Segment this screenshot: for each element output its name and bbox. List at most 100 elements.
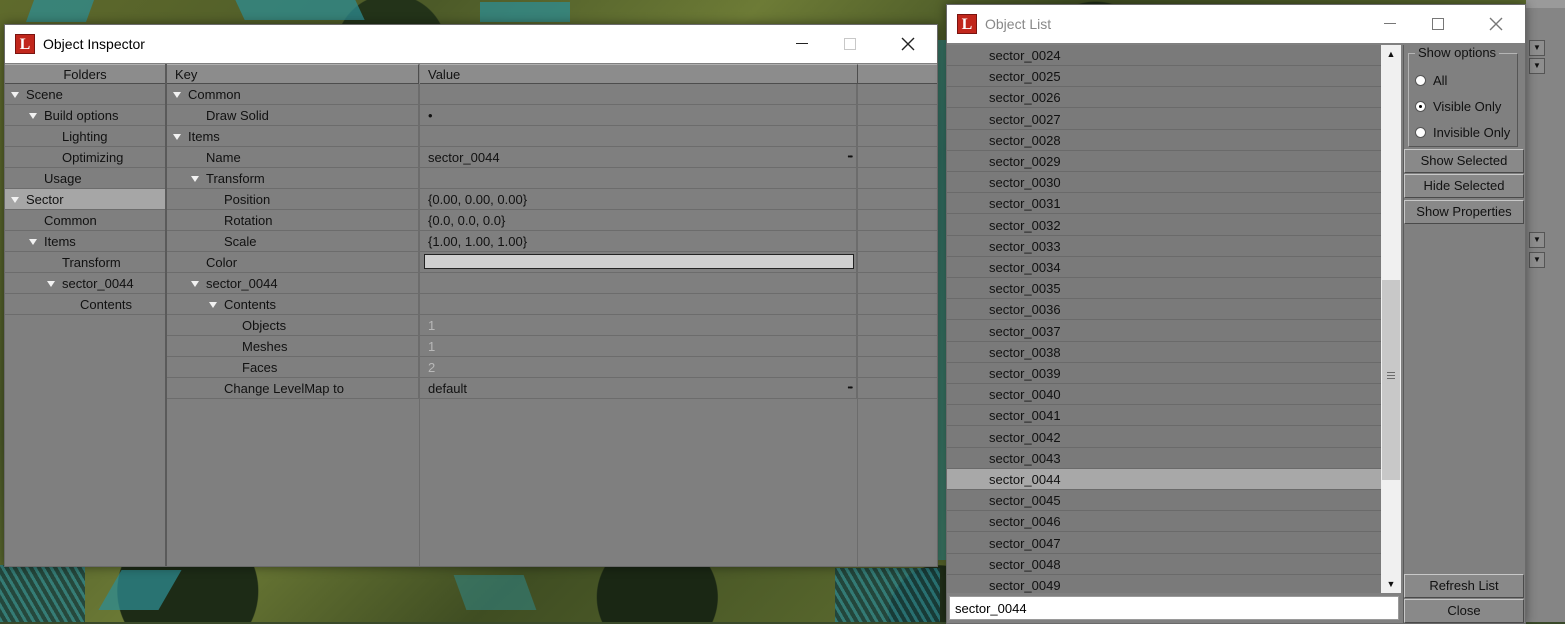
radio-invisible-only[interactable]: Invisible Only: [1415, 124, 1510, 142]
property-value[interactable]: {0.00, 0.00, 0.00}: [420, 189, 857, 209]
list-item[interactable]: sector_0027: [947, 109, 1381, 130]
list-item[interactable]: sector_0024: [947, 45, 1381, 66]
ellipsis-button-icon[interactable]: •••: [848, 378, 853, 398]
property-row[interactable]: Transform: [167, 168, 937, 189]
close-icon[interactable]: [885, 25, 931, 63]
list-item[interactable]: sector_0044: [947, 469, 1381, 490]
folder-item[interactable]: Build options: [5, 105, 165, 126]
triangle-down-icon[interactable]: [29, 238, 37, 245]
inspector-titlebar[interactable]: L Object Inspector: [5, 25, 937, 63]
list-item[interactable]: sector_0048: [947, 554, 1381, 575]
color-swatch[interactable]: [424, 254, 854, 269]
list-item[interactable]: sector_0029: [947, 151, 1381, 172]
close-icon[interactable]: [1473, 5, 1519, 43]
triangle-down-icon[interactable]: [191, 280, 199, 287]
object-listbox[interactable]: sector_0024 sector_0025 sector_0026 sector_…: [947, 45, 1381, 593]
folder-item[interactable]: Common: [5, 210, 165, 231]
triangle-down-icon[interactable]: [11, 91, 19, 98]
list-item[interactable]: sector_0045: [947, 490, 1381, 511]
scroll-down-icon[interactable]: ▼: [1381, 575, 1401, 593]
triangle-down-icon[interactable]: [173, 91, 181, 98]
triangle-down-icon[interactable]: [29, 112, 37, 119]
ellipsis-button-icon[interactable]: •••: [848, 147, 853, 167]
property-grid[interactable]: Key Value Common Draw Solid • Items Name sect…: [167, 64, 937, 566]
property-value[interactable]: [420, 126, 857, 146]
radio-visible-only[interactable]: Visible Only: [1415, 98, 1501, 116]
property-value[interactable]: sector_0044 •••: [420, 147, 857, 167]
list-item[interactable]: sector_0032: [947, 215, 1381, 236]
property-row[interactable]: Position {0.00, 0.00, 0.00}: [167, 189, 937, 210]
property-row[interactable]: Color: [167, 252, 937, 273]
property-row[interactable]: Name sector_0044 •••: [167, 147, 937, 168]
show-selected-button[interactable]: Show Selected: [1404, 149, 1524, 173]
property-row[interactable]: Scale {1.00, 1.00, 1.00}: [167, 231, 937, 252]
folder-item[interactable]: Usage: [5, 168, 165, 189]
property-value[interactable]: •: [420, 105, 857, 125]
list-item[interactable]: sector_0039: [947, 363, 1381, 384]
folder-item[interactable]: Items: [5, 231, 165, 252]
list-item[interactable]: sector_0035: [947, 278, 1381, 299]
property-row[interactable]: Rotation {0.0, 0.0, 0.0}: [167, 210, 937, 231]
object-list-titlebar[interactable]: L Object List: [947, 5, 1525, 43]
list-item[interactable]: sector_0040: [947, 384, 1381, 405]
property-value[interactable]: [420, 294, 857, 314]
value-column-header[interactable]: Value: [420, 64, 858, 84]
maximize-icon[interactable]: [1415, 5, 1461, 43]
folder-item[interactable]: Lighting: [5, 126, 165, 147]
folder-item[interactable]: Optimizing: [5, 147, 165, 168]
list-item[interactable]: sector_0026: [947, 87, 1381, 108]
list-item[interactable]: sector_0034: [947, 257, 1381, 278]
list-item[interactable]: sector_0047: [947, 533, 1381, 554]
list-item[interactable]: sector_0041: [947, 405, 1381, 426]
list-item[interactable]: sector_0038: [947, 342, 1381, 363]
folder-item[interactable]: Contents: [5, 294, 165, 315]
minimize-icon[interactable]: [1367, 5, 1413, 43]
minimize-icon[interactable]: [779, 25, 825, 63]
property-value[interactable]: 2: [420, 357, 857, 377]
refresh-list-button[interactable]: Refresh List: [1404, 574, 1524, 598]
property-row[interactable]: Meshes 1: [167, 336, 937, 357]
property-row[interactable]: sector_0044: [167, 273, 937, 294]
property-row[interactable]: Faces 2: [167, 357, 937, 378]
list-scrollbar[interactable]: ▲ ▼: [1381, 45, 1401, 593]
find-object-input[interactable]: [949, 596, 1399, 620]
triangle-down-icon[interactable]: [173, 133, 181, 140]
property-value[interactable]: 1: [420, 336, 857, 356]
folder-item[interactable]: Transform: [5, 252, 165, 273]
folder-item[interactable]: Scene: [5, 84, 165, 105]
folder-item[interactable]: Sector: [5, 189, 165, 210]
property-row[interactable]: Objects 1: [167, 315, 937, 336]
property-row[interactable]: Change LevelMap to default •••: [167, 378, 937, 399]
property-value[interactable]: 1: [420, 315, 857, 335]
hide-selected-button[interactable]: Hide Selected: [1404, 174, 1524, 198]
folders-tree[interactable]: Folders Scene Build options Lighting Optimi…: [5, 64, 167, 566]
list-item[interactable]: sector_0031: [947, 193, 1381, 214]
show-properties-button[interactable]: Show Properties: [1404, 200, 1524, 224]
list-item[interactable]: sector_0028: [947, 130, 1381, 151]
property-value[interactable]: {1.00, 1.00, 1.00}: [420, 231, 857, 251]
triangle-down-icon[interactable]: [209, 301, 217, 308]
property-value[interactable]: [420, 168, 857, 188]
triangle-down-icon[interactable]: [47, 280, 55, 287]
list-item[interactable]: sector_0030: [947, 172, 1381, 193]
property-value[interactable]: {0.0, 0.0, 0.0}: [420, 210, 857, 230]
list-item[interactable]: sector_0033: [947, 236, 1381, 257]
property-value[interactable]: default •••: [420, 378, 857, 398]
property-row[interactable]: Items: [167, 126, 937, 147]
scrollbar-thumb[interactable]: [1382, 280, 1400, 480]
list-item[interactable]: sector_0049: [947, 575, 1381, 593]
property-value[interactable]: [420, 252, 857, 272]
property-row[interactable]: Contents: [167, 294, 937, 315]
list-item[interactable]: sector_0025: [947, 66, 1381, 87]
folder-item[interactable]: sector_0044: [5, 273, 165, 294]
property-value[interactable]: [420, 84, 857, 104]
radio-all[interactable]: All: [1415, 72, 1447, 90]
list-item[interactable]: sector_0042: [947, 427, 1381, 448]
key-column-header[interactable]: Key: [167, 64, 419, 84]
list-item[interactable]: sector_0037: [947, 321, 1381, 342]
triangle-down-icon[interactable]: [11, 196, 19, 203]
property-value[interactable]: [420, 273, 857, 293]
scroll-up-icon[interactable]: ▲: [1381, 45, 1401, 63]
triangle-down-icon[interactable]: [191, 175, 199, 182]
property-row[interactable]: Common: [167, 84, 937, 105]
